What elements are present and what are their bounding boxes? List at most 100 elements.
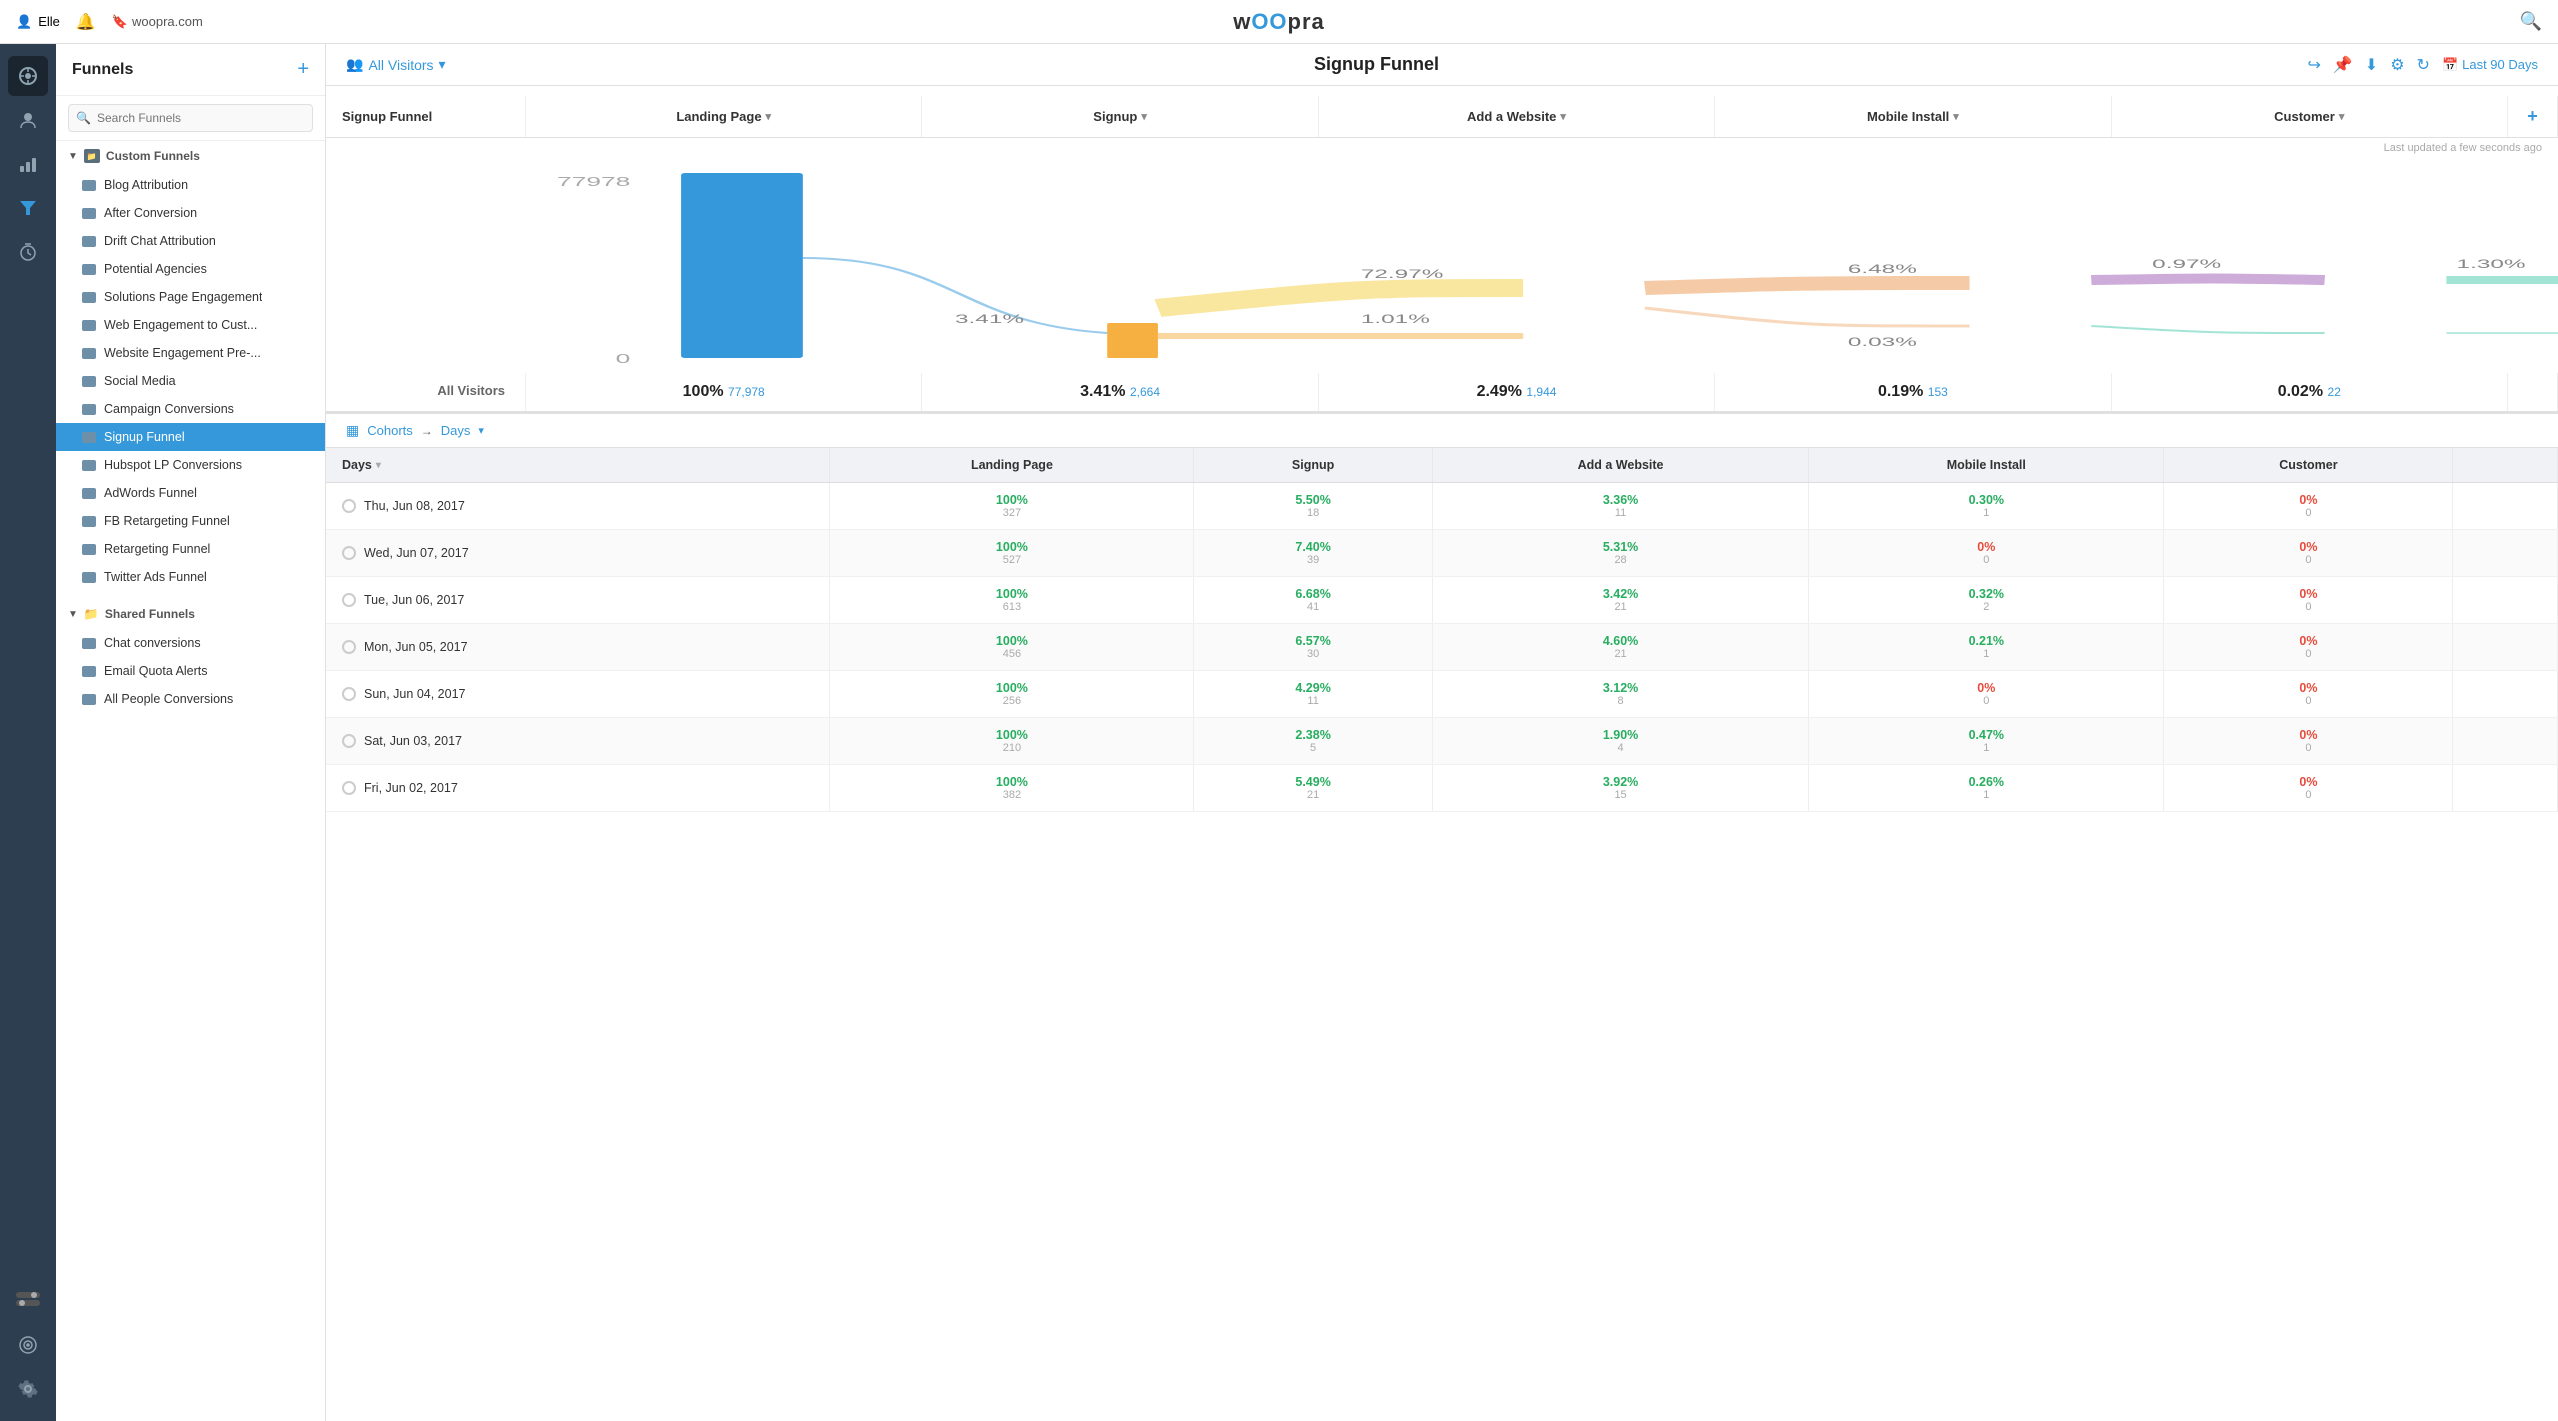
chevron-down-icon: ▾ xyxy=(1560,110,1566,123)
th-days[interactable]: Days ▾ xyxy=(326,448,830,483)
col-header-mobile-install[interactable]: Mobile Install ▾ xyxy=(1715,96,2111,137)
svg-text:77978: 77978 xyxy=(557,175,630,189)
sidebar-item-twitter-ads[interactable]: Twitter Ads Funnel xyxy=(56,563,325,591)
sidebar-item-label: Retargeting Funnel xyxy=(104,542,210,556)
svg-text:0.97%: 0.97% xyxy=(2152,258,2221,271)
th-empty xyxy=(2453,448,2558,483)
main-content: 👥 All Visitors ▾ Signup Funnel ↪ 📌 ⬇ ⚙ ↻… xyxy=(326,44,2558,1421)
date-radio[interactable] xyxy=(342,499,356,513)
sidebar-item-email-quota[interactable]: Email Quota Alerts xyxy=(56,657,325,685)
date-text: Thu, Jun 08, 2017 xyxy=(364,499,465,513)
date-radio[interactable] xyxy=(342,781,356,795)
cell-date: Fri, Jun 02, 2017 xyxy=(326,765,830,812)
sidebar-item-blog-attribution[interactable]: Blog Attribution xyxy=(56,171,325,199)
cell-landing: 100% 382 xyxy=(830,765,1194,812)
table-row: Wed, Jun 07, 2017 100% 527 7.40% 39 5.31… xyxy=(326,530,2558,577)
cell-customer: 0% 0 xyxy=(2164,624,2453,671)
date-radio[interactable] xyxy=(342,546,356,560)
date-radio[interactable] xyxy=(342,640,356,654)
pin-icon[interactable]: 📌 xyxy=(2333,55,2353,75)
col-header-add-website[interactable]: Add a Website ▾ xyxy=(1319,96,1715,137)
sidebar-item-potential-agencies[interactable]: Potential Agencies xyxy=(56,255,325,283)
search-input[interactable] xyxy=(68,104,313,132)
cell-website: 4.60% 21 xyxy=(1432,624,1808,671)
cell-mobile: 0% 0 xyxy=(1809,530,2164,577)
rail-funnel-icon[interactable] xyxy=(8,188,48,228)
rail-people-icon[interactable] xyxy=(8,100,48,140)
funnel-item-icon xyxy=(82,638,96,649)
rail-timer-icon[interactable] xyxy=(8,232,48,272)
sidebar-item-label: Email Quota Alerts xyxy=(104,664,208,678)
gear-icon[interactable]: ⚙ xyxy=(2390,55,2404,75)
sidebar-item-drift-chat[interactable]: Drift Chat Attribution xyxy=(56,227,325,255)
cell-date: Wed, Jun 07, 2017 xyxy=(326,530,830,577)
shared-funnels-group-header[interactable]: ▼ 📁 Shared Funnels xyxy=(56,599,325,629)
rail-analytics-icon[interactable] xyxy=(8,144,48,184)
cell-landing: 100% 613 xyxy=(830,577,1194,624)
sidebar-item-fb-retargeting[interactable]: FB Retargeting Funnel xyxy=(56,507,325,535)
group-arrow-icon: ▼ xyxy=(68,609,78,620)
sidebar-item-label: Website Engagement Pre-... xyxy=(104,346,261,360)
sidebar-item-all-people-conversions[interactable]: All People Conversions xyxy=(56,685,325,713)
date-radio[interactable] xyxy=(342,734,356,748)
chevron-down-icon[interactable]: ▾ xyxy=(478,424,484,437)
cell-website: 1.90% 4 xyxy=(1432,718,1808,765)
sidebar-item-website-engagement[interactable]: Website Engagement Pre-... xyxy=(56,339,325,367)
col-header-add[interactable]: + xyxy=(2508,96,2558,137)
table-row: Thu, Jun 08, 2017 100% 327 5.50% 18 3.36… xyxy=(326,483,2558,530)
date-range-button[interactable]: 📅 Last 90 Days xyxy=(2442,57,2538,73)
cell-customer: 0% 0 xyxy=(2164,765,2453,812)
sidebar-item-after-conversion[interactable]: After Conversion xyxy=(56,199,325,227)
custom-funnels-group-header[interactable]: ▼ 📁 Custom Funnels xyxy=(56,141,325,171)
cell-signup: 5.49% 21 xyxy=(1194,765,1433,812)
col-header-customer[interactable]: Customer ▾ xyxy=(2112,96,2508,137)
funnel-header-right: ↪ 📌 ⬇ ⚙ ↻ 📅 Last 90 Days xyxy=(2307,55,2538,75)
period-button[interactable]: Days xyxy=(441,423,471,438)
cell-signup: 5.50% 18 xyxy=(1194,483,1433,530)
table-header: Days ▾ Landing Page Signup Add a Website… xyxy=(326,448,2558,483)
sort-icon: ▾ xyxy=(376,460,381,471)
funnel-item-icon xyxy=(82,404,96,415)
sidebar-item-chat-conversions[interactable]: Chat conversions xyxy=(56,629,325,657)
download-icon[interactable]: ⬇ xyxy=(2365,55,2378,75)
summary-mobile-install: 0.19% 153 xyxy=(1715,373,2111,411)
date-radio[interactable] xyxy=(342,687,356,701)
date-text: Wed, Jun 07, 2017 xyxy=(364,546,469,560)
sidebar-item-campaign-conversions[interactable]: Campaign Conversions xyxy=(56,395,325,423)
username-label: Elle xyxy=(38,14,60,29)
sidebar-title: Funnels xyxy=(72,61,133,79)
col-header-landing-page[interactable]: Landing Page ▾ xyxy=(526,96,922,137)
search-icon[interactable]: 🔍 xyxy=(2520,11,2542,31)
sidebar-add-button[interactable]: + xyxy=(297,58,309,81)
funnel-item-icon xyxy=(82,292,96,303)
sidebar-item-web-engagement[interactable]: Web Engagement to Cust... xyxy=(56,311,325,339)
sidebar-item-solutions-page[interactable]: Solutions Page Engagement xyxy=(56,283,325,311)
table-row: Tue, Jun 06, 2017 100% 613 6.68% 41 3.42… xyxy=(326,577,2558,624)
user-profile[interactable]: 👤 Elle xyxy=(16,14,60,30)
rail-target-icon[interactable] xyxy=(8,1325,48,1365)
date-radio[interactable] xyxy=(342,593,356,607)
sidebar-item-label: AdWords Funnel xyxy=(104,486,197,500)
cell-empty xyxy=(2453,718,2558,765)
refresh-icon[interactable]: ↻ xyxy=(2417,55,2430,75)
rail-toggle1-icon[interactable] xyxy=(8,1279,48,1319)
sidebar-item-retargeting-funnel[interactable]: Retargeting Funnel xyxy=(56,535,325,563)
cohorts-button[interactable]: Cohorts xyxy=(367,423,413,438)
last-updated-label: Last updated a few seconds ago xyxy=(326,138,2558,158)
sidebar-item-label: Blog Attribution xyxy=(104,178,188,192)
sidebar-item-label: Signup Funnel xyxy=(104,430,185,444)
sidebar-item-social-media[interactable]: Social Media xyxy=(56,367,325,395)
funnel-data-table: Days ▾ Landing Page Signup Add a Website… xyxy=(326,448,2558,812)
custom-funnels-label: Custom Funnels xyxy=(106,149,200,163)
funnel-chart-svg: 77978 0 xyxy=(326,168,2558,368)
cell-website: 3.92% 15 xyxy=(1432,765,1808,812)
sidebar-item-hubspot-lp[interactable]: Hubspot LP Conversions xyxy=(56,451,325,479)
sidebar-item-adwords-funnel[interactable]: AdWords Funnel xyxy=(56,479,325,507)
all-visitors-button[interactable]: 👥 All Visitors ▾ xyxy=(346,56,446,73)
share-icon[interactable]: ↪ xyxy=(2307,55,2320,75)
col-header-signup[interactable]: Signup ▾ xyxy=(922,96,1318,137)
rail-dashboard-icon[interactable] xyxy=(8,56,48,96)
bell-icon[interactable]: 🔔 xyxy=(76,12,96,32)
rail-settings-icon[interactable] xyxy=(8,1369,48,1409)
sidebar-item-signup-funnel[interactable]: Signup Funnel xyxy=(56,423,325,451)
